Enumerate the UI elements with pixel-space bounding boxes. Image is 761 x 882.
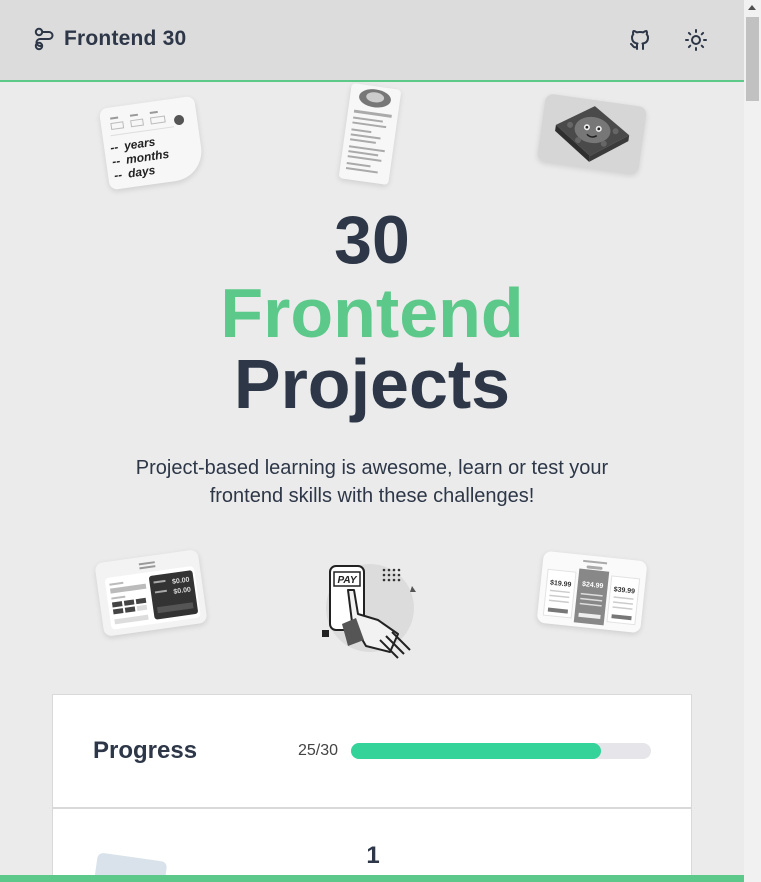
bottom-accent-bar [0,875,744,882]
preview-days-label: days [127,163,156,181]
progress-bar-fill [351,743,601,759]
brand-title: Frontend 30 [64,27,187,50]
pay-illustration: PAY [318,560,426,660]
progress-count: 25/30 [298,742,339,759]
recipe-page-preview [338,82,402,186]
page-scrollbar[interactable] [744,0,761,882]
progress-label: Progress [93,737,198,764]
preview-pay-label: PAY [337,575,357,586]
tip-calculator-image: $0.00 $0.00 [105,561,201,630]
top-navbar: Frontend 30 [0,0,744,82]
brand-link[interactable]: Frontend 30 [33,27,186,51]
progress-card: Progress 25/30 [52,694,692,808]
3d-illustration-preview [536,93,648,175]
project-number: 1 [366,842,380,869]
sun-icon[interactable] [684,28,708,52]
preview-years-text: -- [109,140,119,155]
project-card[interactable]: 1 [52,808,692,882]
pricing-preview: $19.99 $24.99 $39.99 [536,550,648,634]
hero-projects: Projects [233,345,511,423]
scrollbar-thumb[interactable] [746,17,759,101]
hero-subtitle: Project-based learning is awesome, learn… [135,457,609,507]
pay-hand-image: PAY [322,564,416,659]
scroll-up-arrow-icon[interactable] [748,5,756,10]
preview-days-text: -- [113,168,123,183]
pricing-image: $19.99 $24.99 $39.99 [542,559,641,626]
age-calculator-image: -- years -- months -- days [109,110,185,183]
hero-frontend: Frontend [220,274,524,352]
3d-creature-image [555,106,630,162]
preview-months-text: -- [111,154,121,169]
tip-calculator-preview: $0.00 $0.00 [94,549,208,637]
recipe-page-image [345,89,392,174]
progress-bar [351,743,651,759]
github-icon[interactable] [628,28,652,52]
hero-number: 30 [334,202,410,278]
route-icon [34,27,54,51]
age-calculator-preview: -- years -- months -- days [98,95,206,191]
